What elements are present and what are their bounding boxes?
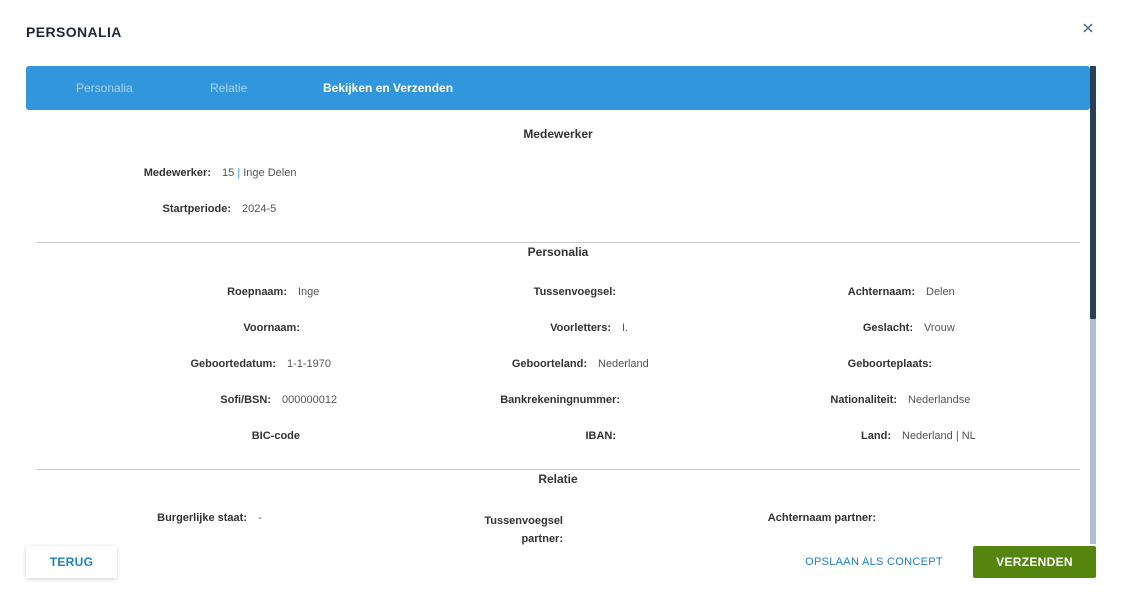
geboortedatum-label: Geboortedatum: (190, 358, 276, 370)
voornaam-label: Voornaam: (243, 322, 300, 334)
achternaam-label: Achternaam: (847, 286, 915, 298)
send-button[interactable]: VERZENDEN (973, 546, 1096, 578)
step-personalia[interactable]: Personalia (76, 66, 133, 110)
geboorteland-label: Geboorteland: (511, 358, 587, 370)
close-icon (1083, 23, 1093, 33)
divider (36, 242, 1080, 243)
achternaam-value: Delen (926, 286, 955, 298)
divider (36, 469, 1080, 470)
sofi-bsn-value: 000000012 (282, 394, 338, 406)
roepnaam-value: Inge (298, 286, 320, 298)
bankrekeningnummer-label: Bankrekeningnummer: (500, 394, 620, 406)
iban-label: IBAN: (585, 430, 616, 442)
roepnaam-label: Roepnaam: (227, 286, 287, 298)
section-title-relatie: Relatie (538, 472, 578, 486)
medewerker-separator: | (237, 167, 241, 179)
geslacht-value: Vrouw (924, 322, 955, 334)
land-label: Land: (861, 430, 891, 442)
medewerker-id: 15 (222, 167, 235, 179)
sofi-bsn-label: Sofi/BSN: (220, 394, 271, 406)
section-title-medewerker: Medewerker (523, 127, 593, 141)
medewerker-name: Inge Delen (243, 167, 297, 179)
geboorteland-value: Nederland (598, 358, 649, 370)
save-draft-button[interactable]: OPSLAAN ALS CONCEPT (800, 546, 948, 578)
burgerlijke-staat-value: - (258, 512, 262, 524)
geboorteplaats-label: Geboorteplaats: (847, 358, 932, 370)
step-relatie[interactable]: Relatie (210, 66, 247, 110)
geslacht-label: Geslacht: (862, 322, 913, 334)
startperiode-value: 2024-5 (242, 203, 277, 215)
modal-title: PERSONALIA (26, 24, 122, 40)
close-button[interactable] (1080, 20, 1096, 36)
tussenvoegsel-label: Tussenvoegsel: (533, 286, 616, 298)
medewerker-label: Medewerker: (143, 167, 211, 179)
back-button[interactable]: TERUG (26, 546, 117, 578)
medewerker-value: 15 | Inge Delen (222, 167, 296, 179)
voorletters-value: I. (622, 322, 629, 334)
tussenvoegsel-partner-label-line1: Tussenvoegsel (484, 515, 563, 527)
bic-code-label: BIC-code (251, 430, 300, 442)
stepper-bar: Personalia Relatie Bekijken en Verzenden (26, 66, 1090, 110)
step-bekijken-en-verzenden[interactable]: Bekijken en Verzenden (323, 66, 453, 110)
tussenvoegsel-partner-label: Tussenvoegsel partner: (420, 512, 563, 548)
voorletters-label: Voorletters: (550, 322, 611, 334)
section-title-personalia: Personalia (527, 245, 589, 259)
burgerlijke-staat-label: Burgerlijke staat: (157, 512, 247, 524)
geboortedatum-value: 1-1-1970 (287, 358, 332, 370)
achternaam-partner-label: Achternaam partner: (767, 512, 876, 524)
nationaliteit-value: Nederlandse (908, 394, 971, 406)
land-value: Nederland | NL (902, 430, 976, 442)
scrollbar-thumb[interactable] (1090, 66, 1096, 319)
nationaliteit-label: Nationaliteit: (830, 394, 897, 406)
tussenvoegsel-partner-label-line2: partner: (521, 533, 563, 545)
startperiode-label: Startperiode: (162, 203, 231, 215)
